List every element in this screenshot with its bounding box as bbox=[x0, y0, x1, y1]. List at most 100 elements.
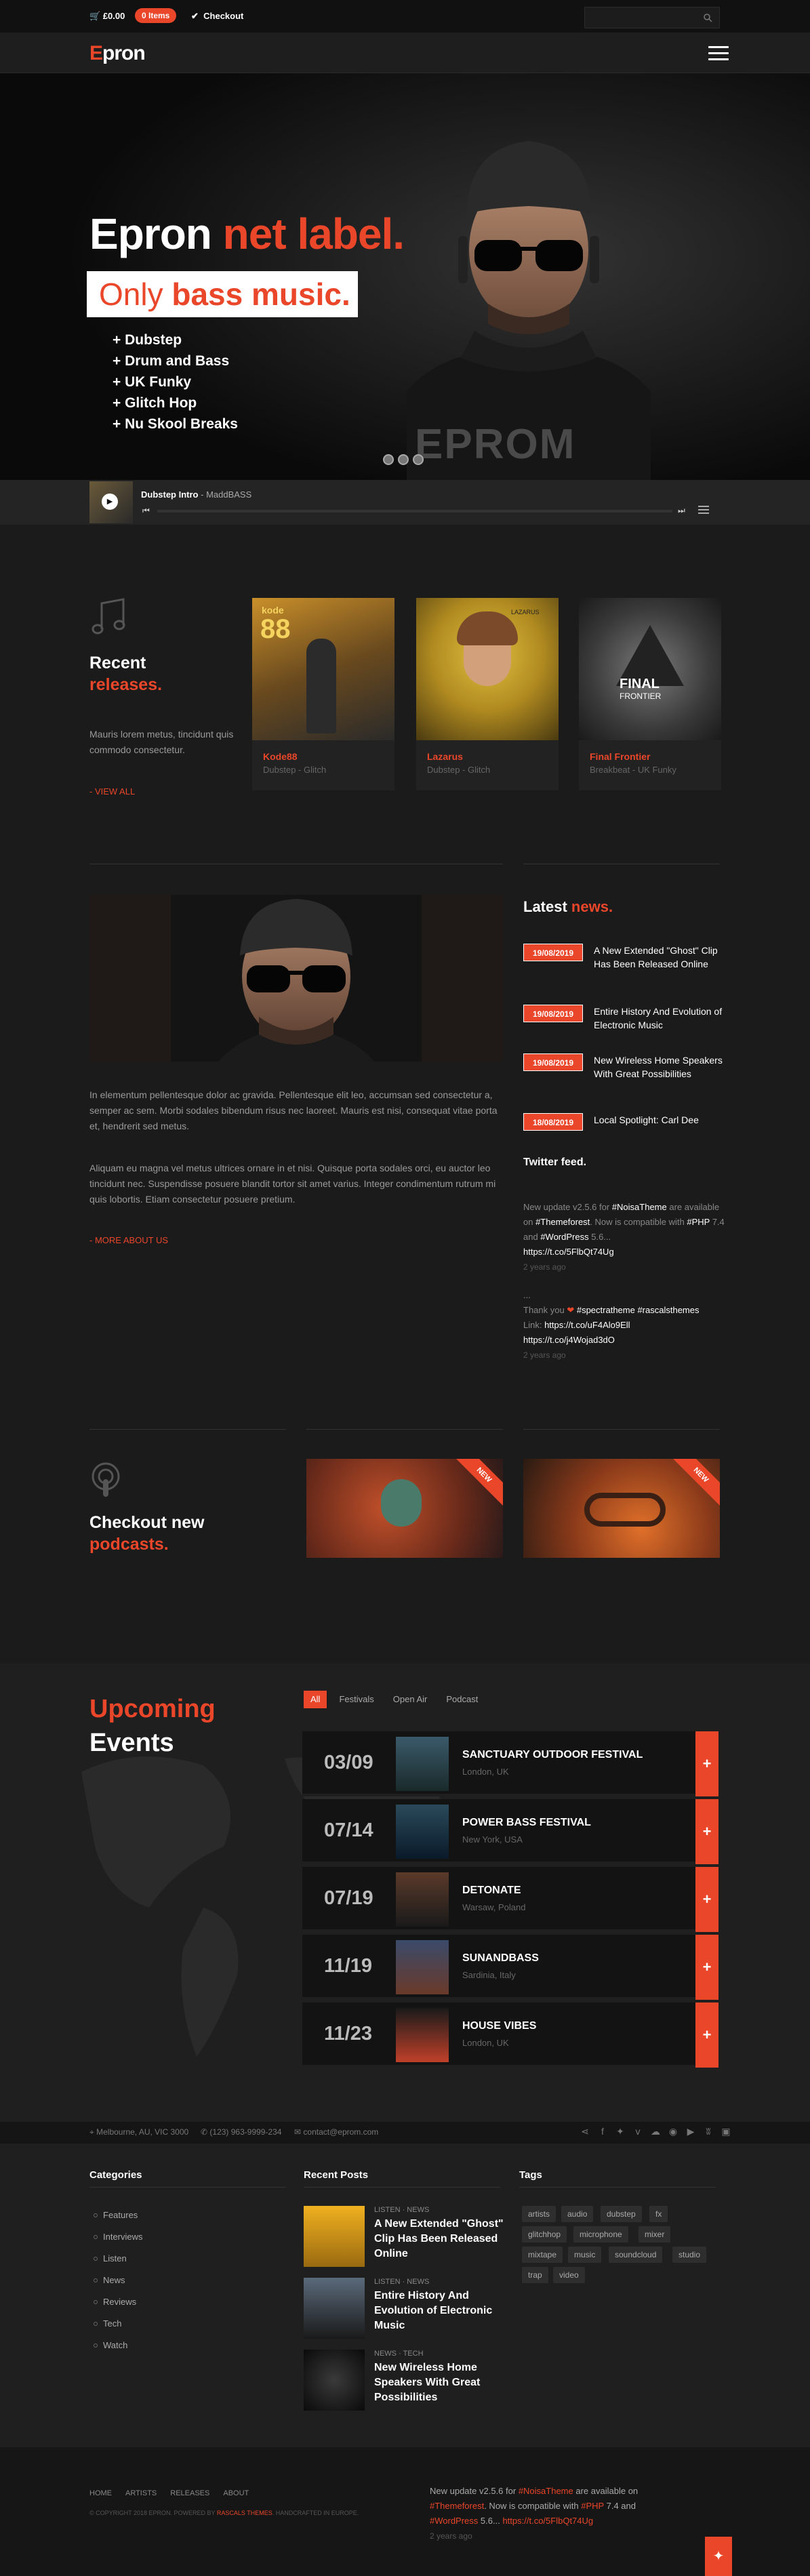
release-title: Kode88 bbox=[263, 751, 298, 762]
category-link[interactable]: Listen bbox=[103, 2253, 127, 2263]
tag[interactable]: fx bbox=[649, 2206, 668, 2222]
tweet-link[interactable]: https://t.co/5FlbQt74Ug bbox=[502, 2516, 593, 2526]
tags-title: Tags bbox=[519, 2169, 542, 2181]
spotify-icon[interactable]: ◉ bbox=[667, 2126, 679, 2137]
footer-nav: HOME ARTISTS RELEASES ABOUT bbox=[89, 2487, 262, 2499]
recent-releases-text: Mauris lorem metus, tincidunt quis commo… bbox=[89, 729, 234, 755]
tag[interactable]: dubstep bbox=[601, 2206, 642, 2222]
cart-link[interactable]: 🛒 £0.00 bbox=[89, 11, 125, 22]
vimeo-icon[interactable]: v bbox=[632, 2126, 644, 2137]
checkout-link[interactable]: ✔ Checkout bbox=[191, 11, 243, 22]
recent-releases-title: Recent releases. bbox=[89, 653, 163, 694]
category-link[interactable]: Interviews bbox=[103, 2232, 143, 2242]
tag[interactable]: music bbox=[568, 2247, 602, 2263]
twitter-icon[interactable]: ✦ bbox=[705, 2537, 732, 2576]
genre-item: + Dubstep bbox=[113, 332, 182, 348]
genre-item: + Nu Skool Breaks bbox=[113, 416, 238, 432]
filter-podcast[interactable]: Podcast bbox=[439, 1691, 485, 1708]
podcast-card[interactable]: NEW bbox=[523, 1459, 720, 1558]
main-nav: Epron bbox=[0, 33, 810, 73]
about-image bbox=[89, 895, 503, 1062]
search-icon[interactable] bbox=[703, 13, 712, 22]
category-link[interactable]: News bbox=[103, 2275, 125, 2285]
view-all-link[interactable]: - VIEW ALL bbox=[89, 786, 135, 797]
event-thumb bbox=[396, 2008, 449, 2062]
tag[interactable]: microphone bbox=[573, 2226, 628, 2242]
latest-news-title: Latest news. bbox=[523, 898, 613, 915]
tag[interactable]: soundcloud bbox=[609, 2247, 663, 2263]
facebook-icon[interactable]: f bbox=[596, 2126, 609, 2137]
podcast-icon bbox=[92, 1462, 120, 1497]
genre-item: + Glitch Hop bbox=[113, 395, 197, 411]
more-about-link[interactable]: - MORE ABOUT US bbox=[89, 1235, 168, 1245]
event-expand-button[interactable]: + bbox=[695, 1799, 718, 1864]
category-link[interactable]: Tech bbox=[103, 2318, 121, 2329]
event-thumb bbox=[396, 1805, 449, 1859]
event-expand-button[interactable]: + bbox=[695, 1935, 718, 2000]
release-card[interactable]: LAZARUS Lazarus Dubstep - Glitch bbox=[416, 598, 559, 790]
event-row[interactable]: 07/14 POWER BASS FESTIVAL New York, USA + bbox=[302, 1799, 718, 1864]
event-thumb bbox=[396, 1872, 449, 1927]
event-row[interactable]: 07/19 DETONATE Warsaw, Poland + bbox=[302, 1867, 718, 1932]
twitter-icon[interactable]: ✦ bbox=[614, 2126, 626, 2137]
search-box bbox=[584, 7, 720, 28]
soundcloud-icon[interactable]: ☁ bbox=[649, 2126, 662, 2137]
progress-bar[interactable] bbox=[157, 510, 672, 512]
tag[interactable]: glitchhop bbox=[522, 2226, 567, 2242]
slider-dot[interactable] bbox=[383, 454, 394, 465]
tag[interactable]: audio bbox=[561, 2206, 594, 2222]
event-expand-button[interactable]: + bbox=[695, 1867, 718, 1932]
podcast-card[interactable]: NEW bbox=[306, 1459, 503, 1558]
footer-nav-about[interactable]: ABOUT bbox=[223, 2489, 249, 2497]
tweet-link[interactable]: https://t.co/uF4Alo9Ell bbox=[544, 1320, 630, 1330]
cart-items-badge[interactable]: 0 Items bbox=[135, 8, 177, 23]
email[interactable]: ✉ contact@eprom.com bbox=[294, 2127, 378, 2137]
genre-item: + UK Funky bbox=[113, 374, 192, 390]
tag[interactable]: video bbox=[553, 2267, 585, 2283]
tag[interactable]: artists bbox=[522, 2206, 556, 2222]
site-logo[interactable]: Epron bbox=[89, 42, 146, 65]
tag[interactable]: trap bbox=[522, 2267, 548, 2283]
tweet-link[interactable]: https://t.co/j4Wojad3dO bbox=[523, 1335, 615, 1345]
release-card[interactable]: FINAL FRONTIER Final Frontier Breakbeat … bbox=[579, 598, 721, 790]
filter-festivals[interactable]: Festivals bbox=[332, 1691, 380, 1708]
category-link[interactable]: Reviews bbox=[103, 2297, 136, 2307]
hero-subtitle: Only bass music. bbox=[87, 271, 358, 317]
tag[interactable]: mixtape bbox=[522, 2247, 563, 2263]
filter-all[interactable]: All bbox=[304, 1691, 327, 1708]
social-links: ⋖ f ✦ v ☁ ◉ ▶ ʬ ▣ bbox=[573, 2126, 732, 2138]
share-icon[interactable]: ⋖ bbox=[579, 2126, 591, 2137]
hero-genre-list: + Dubstep + Drum and Bass + UK Funky + G… bbox=[113, 329, 238, 435]
slider-dot[interactable] bbox=[413, 454, 424, 465]
tag[interactable]: mixer bbox=[639, 2226, 671, 2242]
category-link[interactable]: Features bbox=[103, 2210, 138, 2220]
next-icon[interactable]: ⏭ bbox=[678, 506, 685, 516]
instagram-icon[interactable]: ▣ bbox=[720, 2126, 732, 2137]
event-row[interactable]: 11/19 SUNANDBASS Sardinia, Italy + bbox=[302, 1935, 718, 2000]
top-bar: 🛒 £0.00 0 Items ✔ Checkout bbox=[0, 0, 810, 33]
tag[interactable]: studio bbox=[672, 2247, 707, 2263]
slider-dot[interactable] bbox=[398, 454, 409, 465]
event-expand-button[interactable]: + bbox=[695, 1731, 718, 1796]
search-input[interactable] bbox=[585, 7, 693, 28]
vk-icon[interactable]: ʬ bbox=[702, 2126, 714, 2137]
mail-icon: ✉ bbox=[294, 2127, 302, 2137]
youtube-icon[interactable]: ▶ bbox=[685, 2126, 697, 2137]
tweet-link[interactable]: https://t.co/5FlbQt74Ug bbox=[523, 1247, 614, 1257]
event-expand-button[interactable]: + bbox=[695, 2003, 718, 2068]
hero-shirt-logo: EPROM bbox=[415, 421, 576, 468]
playlist-icon[interactable] bbox=[698, 506, 709, 516]
release-card[interactable]: kode 88 Kode88 Dubstep - Glitch bbox=[252, 598, 394, 790]
event-row[interactable]: 11/23 HOUSE VIBES London, UK + bbox=[302, 2003, 718, 2068]
filter-open-air[interactable]: Open Air bbox=[386, 1691, 434, 1708]
footer-nav-artists[interactable]: ARTISTS bbox=[125, 2489, 157, 2497]
category-link[interactable]: Watch bbox=[103, 2340, 127, 2350]
release-cover: kode 88 bbox=[252, 598, 394, 740]
footer-nav-releases[interactable]: RELEASES bbox=[170, 2489, 209, 2497]
event-row[interactable]: 03/09 SANCTUARY OUTDOOR FESTIVAL London, U… bbox=[302, 1731, 718, 1796]
footer-nav-home[interactable]: HOME bbox=[89, 2489, 112, 2497]
prev-icon[interactable]: ⏮ bbox=[142, 506, 150, 516]
play-icon[interactable]: ▶ bbox=[102, 494, 118, 510]
release-cover: LAZARUS bbox=[416, 598, 559, 740]
menu-hamburger-icon[interactable] bbox=[708, 46, 729, 61]
